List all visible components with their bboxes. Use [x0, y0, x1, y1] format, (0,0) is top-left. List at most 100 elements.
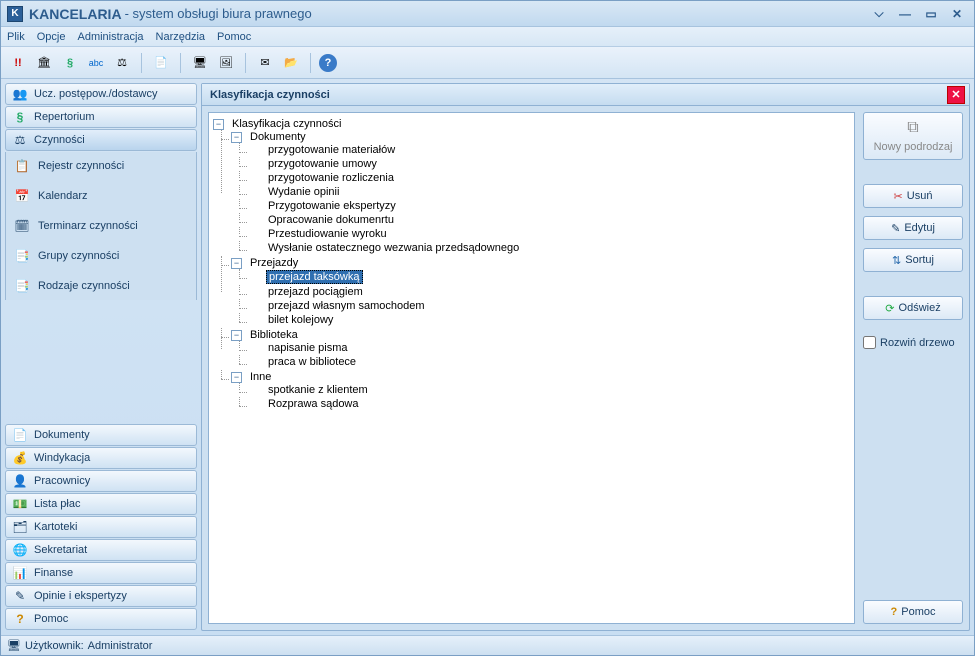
toolbar-btn-9[interactable]: ✉ — [254, 52, 276, 74]
menu-narzedzia[interactable]: Narzędzia — [156, 31, 206, 43]
tree-node[interactable]: Dokumenty — [248, 131, 308, 143]
list-icon: 📋 — [14, 158, 30, 174]
sidebar-kartoteki[interactable]: 🗂 Kartoteki — [5, 516, 197, 538]
tree-view[interactable]: −Klasyfikacja czynności −Dokumenty przyg… — [208, 112, 855, 624]
tree-node[interactable]: Biblioteka — [248, 329, 300, 341]
toolbar-btn-3[interactable]: § — [59, 52, 81, 74]
title-bar[interactable]: K KANCELARIA - system obsługi biura praw… — [1, 1, 974, 27]
new-subtype-button[interactable]: ⧉ Nowy podrodzaj — [863, 112, 963, 160]
tree-leaf-selected[interactable]: przejazd taksówką — [266, 270, 363, 284]
sidebar-item-label: Kartoteki — [34, 521, 77, 533]
sidebar-dokumenty[interactable]: 📄Dokumenty — [5, 424, 197, 446]
menu-pomoc[interactable]: Pomoc — [217, 31, 251, 43]
tree-leaf[interactable]: Rozprawa sądowa — [266, 398, 361, 410]
pen-icon: ✎ — [12, 588, 28, 604]
collapse-icon[interactable]: − — [231, 330, 242, 341]
menu-plik[interactable]: Plik — [7, 31, 25, 43]
sidebar-grupy[interactable]: 📑 Grupy czynności — [8, 246, 194, 266]
tree-leaf[interactable]: spotkanie z klientem — [266, 384, 370, 396]
sidebar-terminarz[interactable]: 🗓 Terminarz czynności — [8, 216, 194, 236]
close-button[interactable]: ✕ — [946, 6, 968, 22]
toolbar-help-icon[interactable]: ? — [319, 54, 337, 72]
toolbar-btn-5[interactable]: ⚖ — [111, 52, 133, 74]
restore-down-icon[interactable]: ⌵ — [868, 6, 890, 22]
tree-leaf[interactable]: praca w bibliotece — [266, 356, 358, 368]
sidebar-rejestr-czynnosci[interactable]: 📋 Rejestr czynności — [8, 156, 194, 176]
sidebar-finanse[interactable]: 📊 Finanse — [5, 562, 197, 584]
app-subtitle: - system obsługi biura prawnego — [125, 6, 312, 21]
collapse-icon[interactable]: − — [213, 119, 224, 130]
tree-leaf[interactable]: przygotowanie rozliczenia — [266, 172, 396, 184]
edit-icon: ✎ — [891, 222, 900, 235]
sidebar-item-label: Rejestr czynności — [38, 160, 124, 172]
toolbar-btn-10[interactable]: 📂 — [280, 52, 302, 74]
maximize-button[interactable]: ▭ — [920, 6, 942, 22]
sort-button[interactable]: ⇅Sortuj — [863, 248, 963, 272]
collapse-icon[interactable]: − — [231, 132, 242, 143]
sidebar-item-label: Finanse — [34, 567, 73, 579]
menu-administracja[interactable]: Administracja — [77, 31, 143, 43]
section-icon: § — [12, 109, 28, 125]
help-icon: ? — [891, 606, 898, 618]
expand-tree-checkbox[interactable] — [863, 336, 876, 349]
toolbar-btn-1[interactable]: !! — [7, 52, 29, 74]
sidebar-rodzaje[interactable]: 📑 Rodzaje czynności — [8, 276, 194, 296]
tree-leaf[interactable]: przejazd własnym samochodem — [266, 300, 427, 312]
globe-icon: 🌐 — [12, 542, 28, 558]
collapse-icon[interactable]: − — [231, 258, 242, 269]
sidebar-kalendarz[interactable]: 📅 Kalendarz — [8, 186, 194, 206]
edit-button[interactable]: ✎Edytuj — [863, 216, 963, 240]
files-icon: 🗂 — [12, 519, 28, 535]
toolbar: !! 🏛 § abc ⚖ 📄 🖥 🖼 ✉ 📂 ? — [1, 47, 974, 79]
toolbar-sep — [245, 53, 246, 73]
tree-leaf[interactable]: Przygotowanie ekspertyzy — [266, 200, 398, 212]
chart-icon: 📊 — [12, 565, 28, 581]
menu-opcje[interactable]: Opcje — [37, 31, 66, 43]
tree-node[interactable]: Przejazdy — [248, 257, 300, 269]
action-buttons: ⧉ Nowy podrodzaj ✂Usuń ✎Edytuj ⇅Sortuj ⟳… — [863, 112, 963, 624]
minimize-button[interactable]: — — [894, 6, 916, 22]
sidebar-item-label: Lista płac — [34, 498, 80, 510]
toolbar-btn-8[interactable]: 🖼 — [215, 52, 237, 74]
action-label: Sortuj — [905, 254, 934, 266]
tree-leaf[interactable]: Wysłanie ostatecznego wezwania przedsądo… — [266, 242, 521, 254]
delete-icon: ✂ — [894, 190, 903, 203]
sidebar-item-label: Terminarz czynności — [38, 220, 138, 232]
toolbar-btn-6[interactable]: 📄 — [150, 52, 172, 74]
toolbar-btn-7[interactable]: 🖥 — [189, 52, 211, 74]
help-button[interactable]: ?Pomoc — [863, 600, 963, 624]
tree-leaf[interactable]: Przestudiowanie wyroku — [266, 228, 389, 240]
tree-leaf[interactable]: przygotowanie materiałów — [266, 144, 397, 156]
sidebar-opinie[interactable]: ✎Opinie i ekspertyzy — [5, 585, 197, 607]
tree-leaf[interactable]: Opracowanie dokumenrtu — [266, 214, 396, 226]
panel-close-button[interactable]: ✕ — [947, 86, 965, 104]
tree-leaf[interactable]: przygotowanie umowy — [266, 158, 379, 170]
tree-leaf[interactable]: Wydanie opinii — [266, 186, 341, 198]
sidebar-czynnosci[interactable]: ⚖ Czynności — [5, 129, 197, 151]
sidebar-item-label: Grupy czynności — [38, 250, 119, 262]
tree-root[interactable]: Klasyfikacja czynności — [230, 118, 343, 130]
refresh-button[interactable]: ⟳Odśwież — [863, 296, 963, 320]
sidebar-sekretariat[interactable]: 🌐Sekretariat — [5, 539, 197, 561]
toolbar-btn-2[interactable]: 🏛 — [33, 52, 55, 74]
action-label: Pomoc — [901, 606, 935, 618]
toolbar-sep — [180, 53, 181, 73]
toolbar-btn-4[interactable]: abc — [85, 52, 107, 74]
sidebar-repertorium[interactable]: § Repertorium — [5, 106, 197, 128]
tree-leaf[interactable]: przejazd pociągiem — [266, 286, 365, 298]
sidebar-ucz-postepow[interactable]: 👥 Ucz. postępow./dostawcy — [5, 83, 197, 105]
sidebar-lista-plac[interactable]: 💵 Lista płac — [5, 493, 197, 515]
sidebar-pomoc[interactable]: ?Pomoc — [5, 608, 197, 630]
collapse-icon[interactable]: − — [231, 372, 242, 383]
tree-leaf[interactable]: napisanie pisma — [266, 342, 350, 354]
payroll-icon: 💵 — [12, 496, 28, 512]
folder-icon: 📑 — [14, 278, 30, 294]
sidebar-pracownicy[interactable]: 👤Pracownicy — [5, 470, 197, 492]
delete-button[interactable]: ✂Usuń — [863, 184, 963, 208]
money-icon: 💰 — [12, 450, 28, 466]
sidebar-windykacja[interactable]: 💰Windykacja — [5, 447, 197, 469]
app-window: K KANCELARIA - system obsługi biura praw… — [0, 0, 975, 656]
tree-node[interactable]: Inne — [248, 371, 273, 383]
scales-icon: ⚖ — [12, 132, 28, 148]
tree-leaf[interactable]: bilet kolejowy — [266, 314, 335, 326]
